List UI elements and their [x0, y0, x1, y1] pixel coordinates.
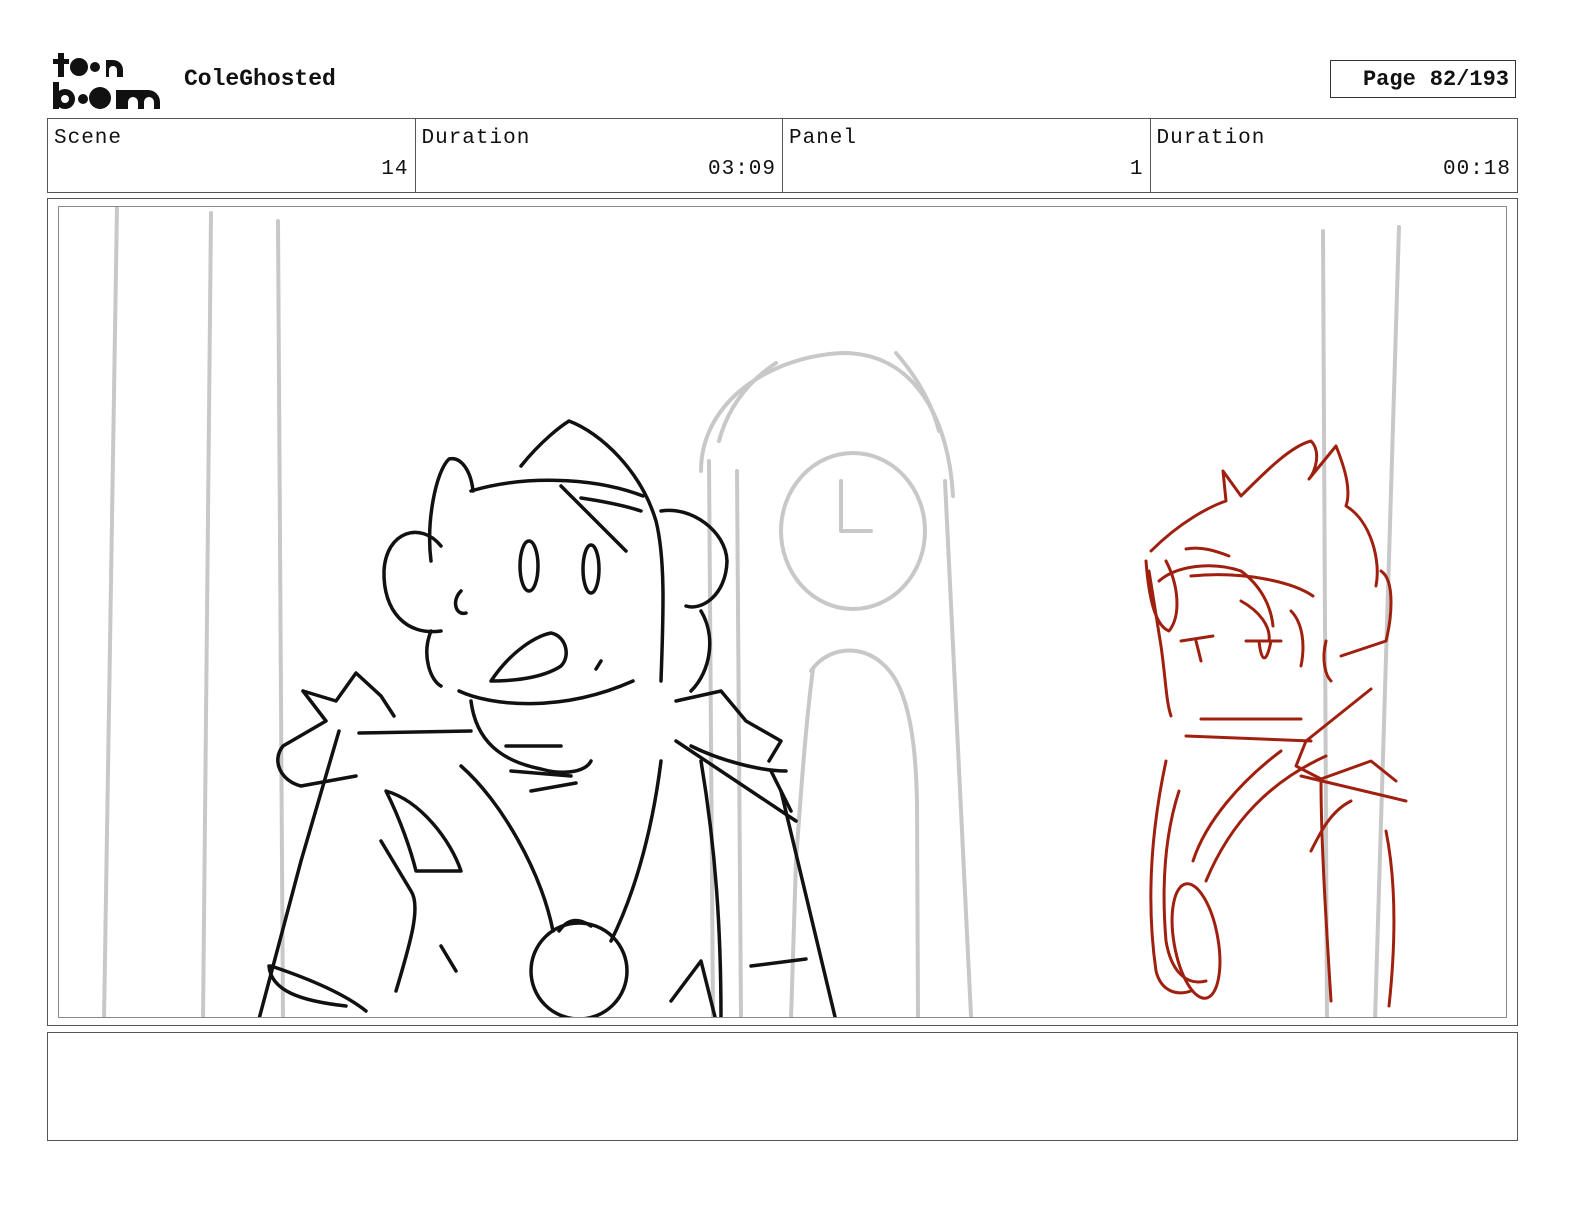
page-indicator: Page 82/193	[1330, 60, 1516, 98]
page-label: Page	[1362, 66, 1416, 92]
panel-duration-value: 00:18	[1442, 158, 1511, 181]
scene-duration-label: Duration	[421, 127, 531, 150]
scene-duration-cell: Duration 03:09	[416, 119, 783, 192]
panel-duration-cell: Duration 00:18	[1151, 119, 1518, 192]
panel-info-row: Scene 14 Duration 03:09 Panel 1 Duration…	[47, 118, 1518, 193]
panel-cell: Panel 1	[783, 119, 1151, 192]
panel-label: Panel	[789, 127, 858, 150]
scene-duration-value: 03:09	[707, 158, 776, 181]
storyboard-panel	[58, 206, 1507, 1018]
panel-notes-area	[47, 1032, 1518, 1141]
project-title: ColeGhosted	[184, 66, 336, 92]
right-character-sketch	[1144, 439, 1408, 1008]
left-character-sketch	[257, 419, 837, 1017]
scene-value: 14	[381, 158, 409, 181]
page-number: 82/193	[1429, 66, 1509, 92]
scene-label: Scene	[54, 127, 123, 150]
toon-boom-logo	[53, 53, 160, 109]
panel-value: 1	[1129, 158, 1144, 181]
panel-duration-label: Duration	[1156, 127, 1266, 150]
scene-cell: Scene 14	[48, 119, 416, 192]
